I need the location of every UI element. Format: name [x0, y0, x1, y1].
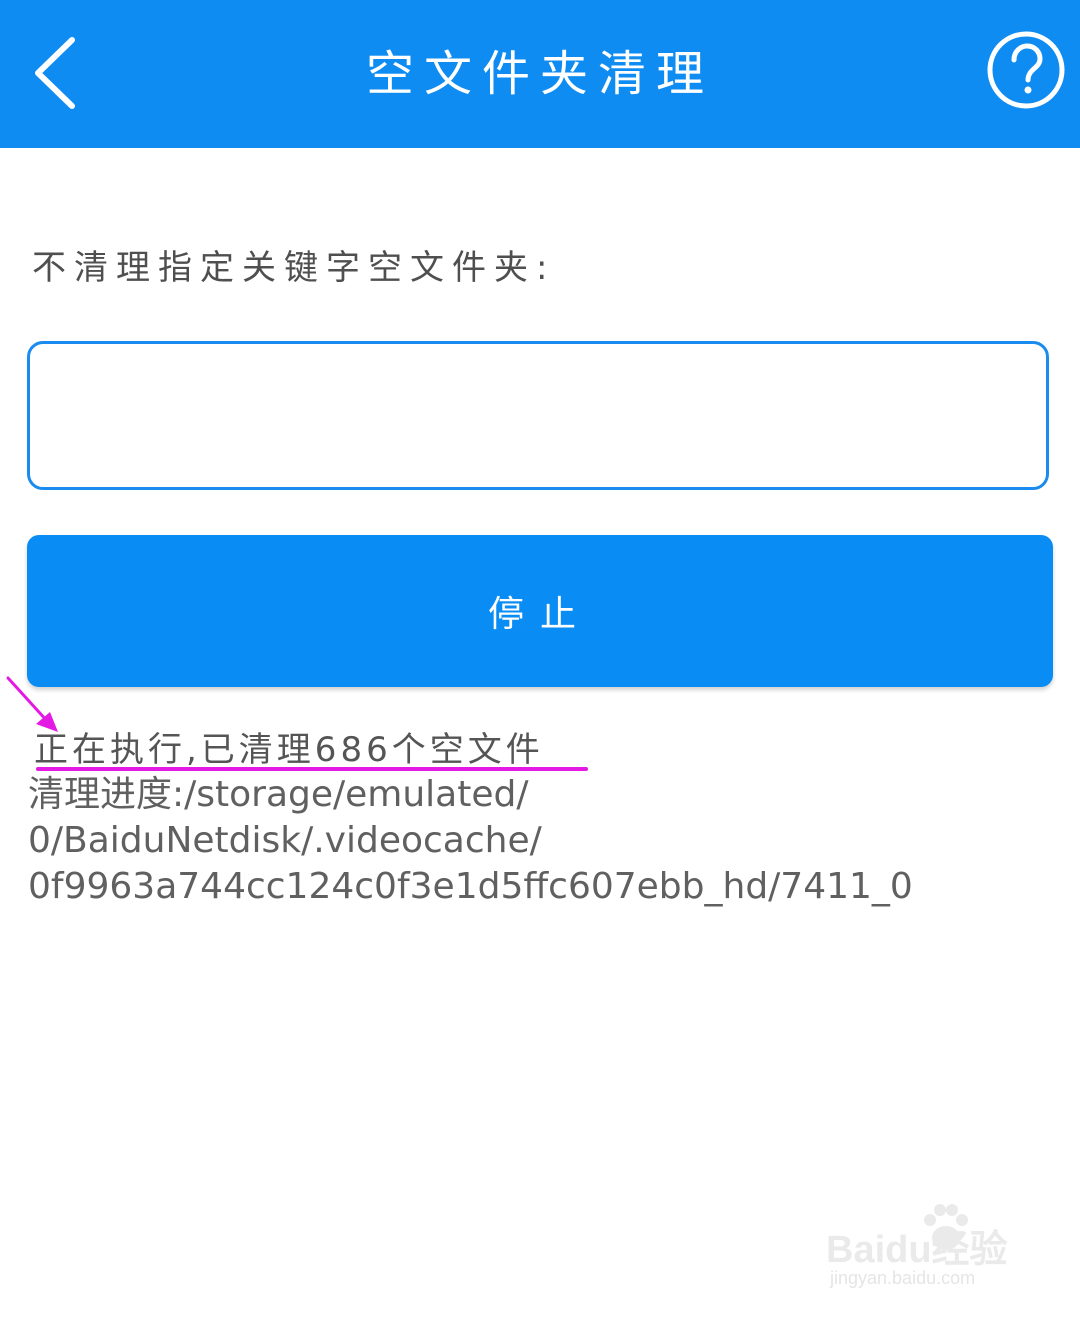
stop-button[interactable]: 停止 — [27, 535, 1053, 687]
app-bar: 空文件夹清理 — [0, 0, 1080, 148]
watermark-url: jingyan.baidu.com — [830, 1268, 976, 1288]
status-underline — [36, 767, 588, 771]
watermark-brand: Baidu经验 — [826, 1229, 1008, 1271]
progress-text: 清理进度:/storage/emulated/ 0/BaiduNetdisk/.… — [28, 774, 913, 907]
page-title: 空文件夹清理 — [365, 46, 714, 102]
keyword-input[interactable] — [27, 341, 1049, 490]
watermark: Baidu经验 jingyan.baidu.com — [826, 1198, 1026, 1298]
help-button[interactable] — [984, 28, 1068, 112]
question-circle-icon — [987, 31, 1065, 109]
keyword-label: 不清理指定关键字空文件夹: — [32, 248, 556, 288]
